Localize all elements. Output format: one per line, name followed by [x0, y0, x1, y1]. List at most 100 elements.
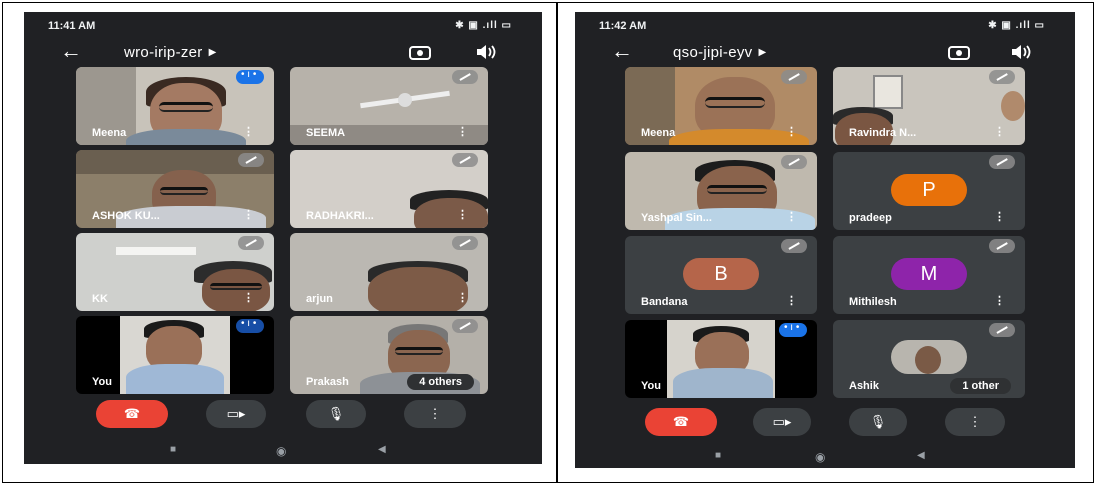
participant-tile-self[interactable]: You — [76, 316, 274, 394]
more-vert-icon[interactable]: ⋮ — [945, 408, 1005, 436]
participant-tile-self[interactable]: You — [625, 320, 817, 398]
avatar: M — [891, 258, 967, 290]
status-time: 11:41 AM — [48, 20, 96, 32]
participant-tile[interactable]: KK ⋮ — [76, 233, 274, 311]
mic-off-icon — [781, 70, 807, 84]
meet-screen-1: 11:41 AM ✱ ▣ .ıll ▭ ← wro-irip-zer ▶ Meen… — [24, 12, 542, 464]
more-vert-icon[interactable]: ⋮ — [404, 400, 466, 428]
microphone-icon[interactable]: 🎙 — [849, 408, 907, 436]
participant-tile[interactable]: ASHOK KU... ⋮ — [76, 150, 274, 228]
more-vert-icon[interactable]: ⋮ — [243, 208, 254, 221]
participant-tile[interactable]: SEEMA ⋮ — [290, 67, 488, 145]
participant-name: Meena — [641, 127, 676, 139]
participant-name: Meena — [92, 127, 127, 139]
speaking-indicator-icon — [779, 322, 807, 337]
recents-icon[interactable]: ■ — [170, 444, 176, 455]
call-top-bar: ← qso-jipi-eyv ▶ — [575, 40, 1075, 70]
participant-tile[interactable]: arjun ⋮ — [290, 233, 488, 311]
switch-camera-icon[interactable] — [947, 42, 971, 62]
mic-off-icon — [989, 155, 1015, 169]
more-vert-icon[interactable]: ⋮ — [786, 125, 797, 138]
status-bar: 11:42 AM ✱ ▣ .ıll ▭ — [575, 12, 1075, 40]
participant-name: Ravindra N... — [849, 127, 917, 139]
participant-name: RADHAKRI... — [306, 210, 374, 222]
participant-name: Ashik — [849, 380, 879, 392]
more-vert-icon[interactable]: ⋮ — [243, 125, 254, 138]
participant-tile[interactable]: Ravindra N... ⋮ — [833, 67, 1025, 145]
meeting-code-label: qso-jipi-eyv — [673, 44, 753, 61]
mic-off-icon — [452, 153, 478, 167]
more-vert-icon[interactable]: ⋮ — [243, 291, 254, 304]
speaker-icon[interactable] — [474, 42, 498, 62]
mic-off-icon — [989, 70, 1015, 84]
more-vert-icon[interactable]: ⋮ — [457, 208, 468, 221]
participant-tile[interactable]: B Bandana ⋮ — [625, 236, 817, 314]
mic-off-icon — [452, 236, 478, 250]
more-vert-icon[interactable]: ⋮ — [994, 294, 1005, 307]
participant-tile[interactable]: Ashik 1 other — [833, 320, 1025, 398]
more-vert-icon[interactable]: ⋮ — [457, 125, 468, 138]
participant-name: Mithilesh — [849, 296, 897, 308]
android-nav-bar: ■ ◉ ◀ — [24, 442, 542, 460]
avatar: B — [683, 258, 759, 290]
mic-off-icon — [452, 70, 478, 84]
status-time: 11:42 AM — [599, 20, 647, 32]
participant-name: Bandana — [641, 296, 688, 308]
call-controls: ☎ ▭▸ 🎙 ⋮ — [24, 400, 542, 432]
participant-name: Prakash — [306, 376, 349, 388]
participant-tile[interactable]: Meena ⋮ — [76, 67, 274, 145]
home-icon[interactable]: ◉ — [276, 444, 286, 458]
participant-name: ASHOK KU... — [92, 210, 160, 222]
speaking-indicator-icon — [236, 69, 264, 84]
participant-tile[interactable]: Meena ⋮ — [625, 67, 817, 145]
participant-name: SEEMA — [306, 127, 346, 139]
table-divider — [556, 2, 558, 483]
mic-off-icon — [238, 236, 264, 250]
participant-tile[interactable]: P pradeep ⋮ — [833, 152, 1025, 230]
meeting-code-label: wro-irip-zer — [124, 44, 203, 61]
video-camera-icon[interactable]: ▭▸ — [753, 408, 811, 436]
participant-name: You — [641, 380, 661, 392]
participant-name: Yashpal Sin... — [641, 212, 712, 224]
others-chip[interactable]: 4 others — [407, 374, 474, 390]
phone-hangup-icon[interactable]: ☎ — [645, 408, 717, 436]
meet-screen-2: 11:42 AM ✱ ▣ .ıll ▭ ← qso-jipi-eyv ▶ Meen… — [575, 12, 1075, 468]
status-icons: ✱ ▣ .ıll ▭ — [988, 20, 1045, 31]
participant-tile[interactable]: Prakash 4 others — [290, 316, 488, 394]
back-nav-icon[interactable]: ◀ — [917, 450, 925, 461]
arrow-left-icon[interactable]: ← — [60, 40, 82, 62]
participant-tile[interactable]: Yashpal Sin... ⋮ — [625, 152, 817, 230]
mic-off-icon — [989, 323, 1015, 337]
microphone-icon[interactable]: 🎙 — [306, 400, 366, 428]
participant-tile[interactable]: RADHAKRI... ⋮ — [290, 150, 488, 228]
meeting-code[interactable]: qso-jipi-eyv ▶ — [673, 44, 766, 61]
status-icons: ✱ ▣ .ıll ▭ — [455, 20, 512, 31]
arrow-left-icon[interactable]: ← — [611, 40, 633, 62]
chevron-right-icon: ▶ — [208, 47, 217, 58]
meeting-code[interactable]: wro-irip-zer ▶ — [124, 44, 217, 61]
switch-camera-icon[interactable] — [408, 42, 432, 62]
avatar: P — [891, 174, 967, 206]
video-camera-icon[interactable]: ▭▸ — [206, 400, 266, 428]
mic-off-icon — [781, 239, 807, 253]
mic-off-icon — [238, 153, 264, 167]
more-vert-icon[interactable]: ⋮ — [457, 291, 468, 304]
mic-off-icon — [989, 239, 1015, 253]
speaking-indicator-icon — [236, 318, 264, 333]
speaker-icon[interactable] — [1009, 42, 1033, 62]
call-top-bar: ← wro-irip-zer ▶ — [24, 40, 542, 70]
more-vert-icon[interactable]: ⋮ — [786, 210, 797, 223]
participant-name: arjun — [306, 293, 333, 305]
recents-icon[interactable]: ■ — [715, 450, 721, 461]
home-icon[interactable]: ◉ — [815, 450, 825, 464]
others-chip[interactable]: 1 other — [950, 378, 1011, 394]
status-bar: 11:41 AM ✱ ▣ .ıll ▭ — [24, 12, 542, 40]
more-vert-icon[interactable]: ⋮ — [994, 210, 1005, 223]
phone-hangup-icon[interactable]: ☎ — [96, 400, 168, 428]
back-nav-icon[interactable]: ◀ — [378, 444, 386, 455]
participant-name: pradeep — [849, 212, 892, 224]
more-vert-icon[interactable]: ⋮ — [786, 294, 797, 307]
more-vert-icon[interactable]: ⋮ — [994, 125, 1005, 138]
mic-off-icon — [781, 155, 807, 169]
participant-tile[interactable]: M Mithilesh ⋮ — [833, 236, 1025, 314]
